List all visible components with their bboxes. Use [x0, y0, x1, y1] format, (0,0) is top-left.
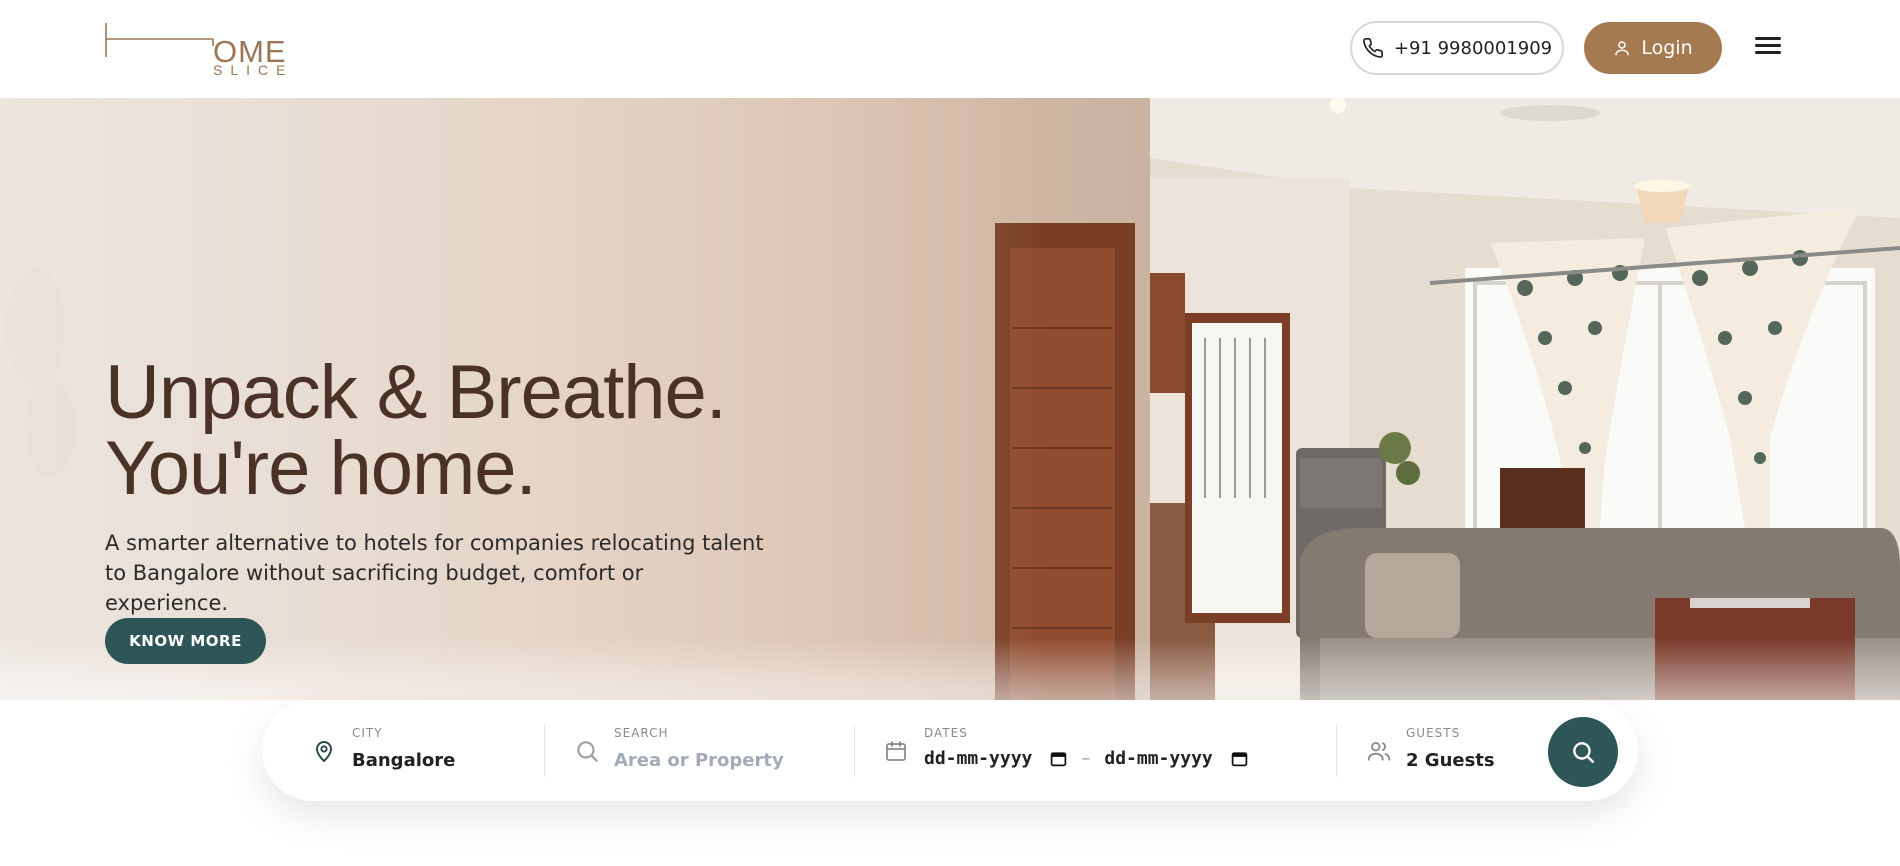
homeslice-logo[interactable]: OME SLICE [105, 22, 286, 78]
logo-mark [105, 23, 214, 57]
login-button[interactable]: Login [1584, 22, 1722, 74]
search-icon [1573, 742, 1594, 763]
calendar-picker-icon[interactable] [1231, 750, 1248, 767]
know-more-button[interactable]: KNOW MORE [105, 618, 266, 664]
city-label: CITY [352, 726, 383, 740]
search-divider [1336, 725, 1337, 777]
headline-line-1: Unpack & Breathe. [105, 350, 727, 435]
search-submit-button[interactable] [1548, 717, 1618, 787]
search-label: SEARCH [614, 726, 669, 740]
guests-label: GUESTS [1406, 726, 1461, 740]
phone-icon [1362, 37, 1384, 59]
check-in-date-value: dd-mm-yyyy [924, 748, 1033, 769]
search-icon [574, 738, 600, 764]
check-out-date-input[interactable]: dd-mm-yyyy [1104, 748, 1248, 769]
city-value[interactable]: Bangalore [352, 750, 455, 771]
calendar-icon [884, 738, 910, 764]
check-in-date-input[interactable]: dd-mm-yyyy [924, 748, 1067, 769]
search-bar: CITY Bangalore SEARCH Area or Property D… [262, 700, 1638, 801]
city-field[interactable]: CITY Bangalore [312, 700, 522, 801]
dates-field[interactable]: DATES dd-mm-yyyy – dd-mm-yyyy [884, 700, 1334, 801]
users-icon [1366, 738, 1392, 764]
phone-button[interactable]: +91 9980001909 [1350, 21, 1564, 75]
calendar-picker-icon[interactable] [1050, 750, 1067, 767]
search-field[interactable]: SEARCH Area or Property [574, 700, 854, 801]
hero-bottom-fade [0, 638, 1900, 700]
hamburger-icon[interactable] [1754, 33, 1782, 61]
search-divider [544, 725, 545, 777]
guests-field[interactable]: GUESTS 2 Guests [1366, 700, 1536, 801]
phone-number: +91 9980001909 [1393, 37, 1553, 59]
hero-headline: Unpack & Breathe. You're home. [105, 350, 727, 511]
login-label: Login [1641, 37, 1693, 59]
search-input[interactable]: Area or Property [614, 750, 784, 771]
location-pin-icon [312, 738, 338, 764]
date-range: dd-mm-yyyy – dd-mm-yyyy [924, 748, 1248, 769]
site-header: OME SLICE +91 9980001909 Login [0, 0, 1900, 98]
user-icon [1613, 39, 1631, 57]
logo-subtext: SLICE [213, 62, 294, 78]
check-out-date-value: dd-mm-yyyy [1104, 748, 1213, 769]
hero-subcopy: A smarter alternative to hotels for comp… [105, 531, 764, 615]
guests-value[interactable]: 2 Guests [1406, 750, 1495, 771]
dates-label: DATES [924, 726, 968, 740]
search-divider [854, 725, 855, 777]
date-separator: – [1081, 748, 1091, 769]
headline-line-2: You're home. [105, 426, 537, 511]
